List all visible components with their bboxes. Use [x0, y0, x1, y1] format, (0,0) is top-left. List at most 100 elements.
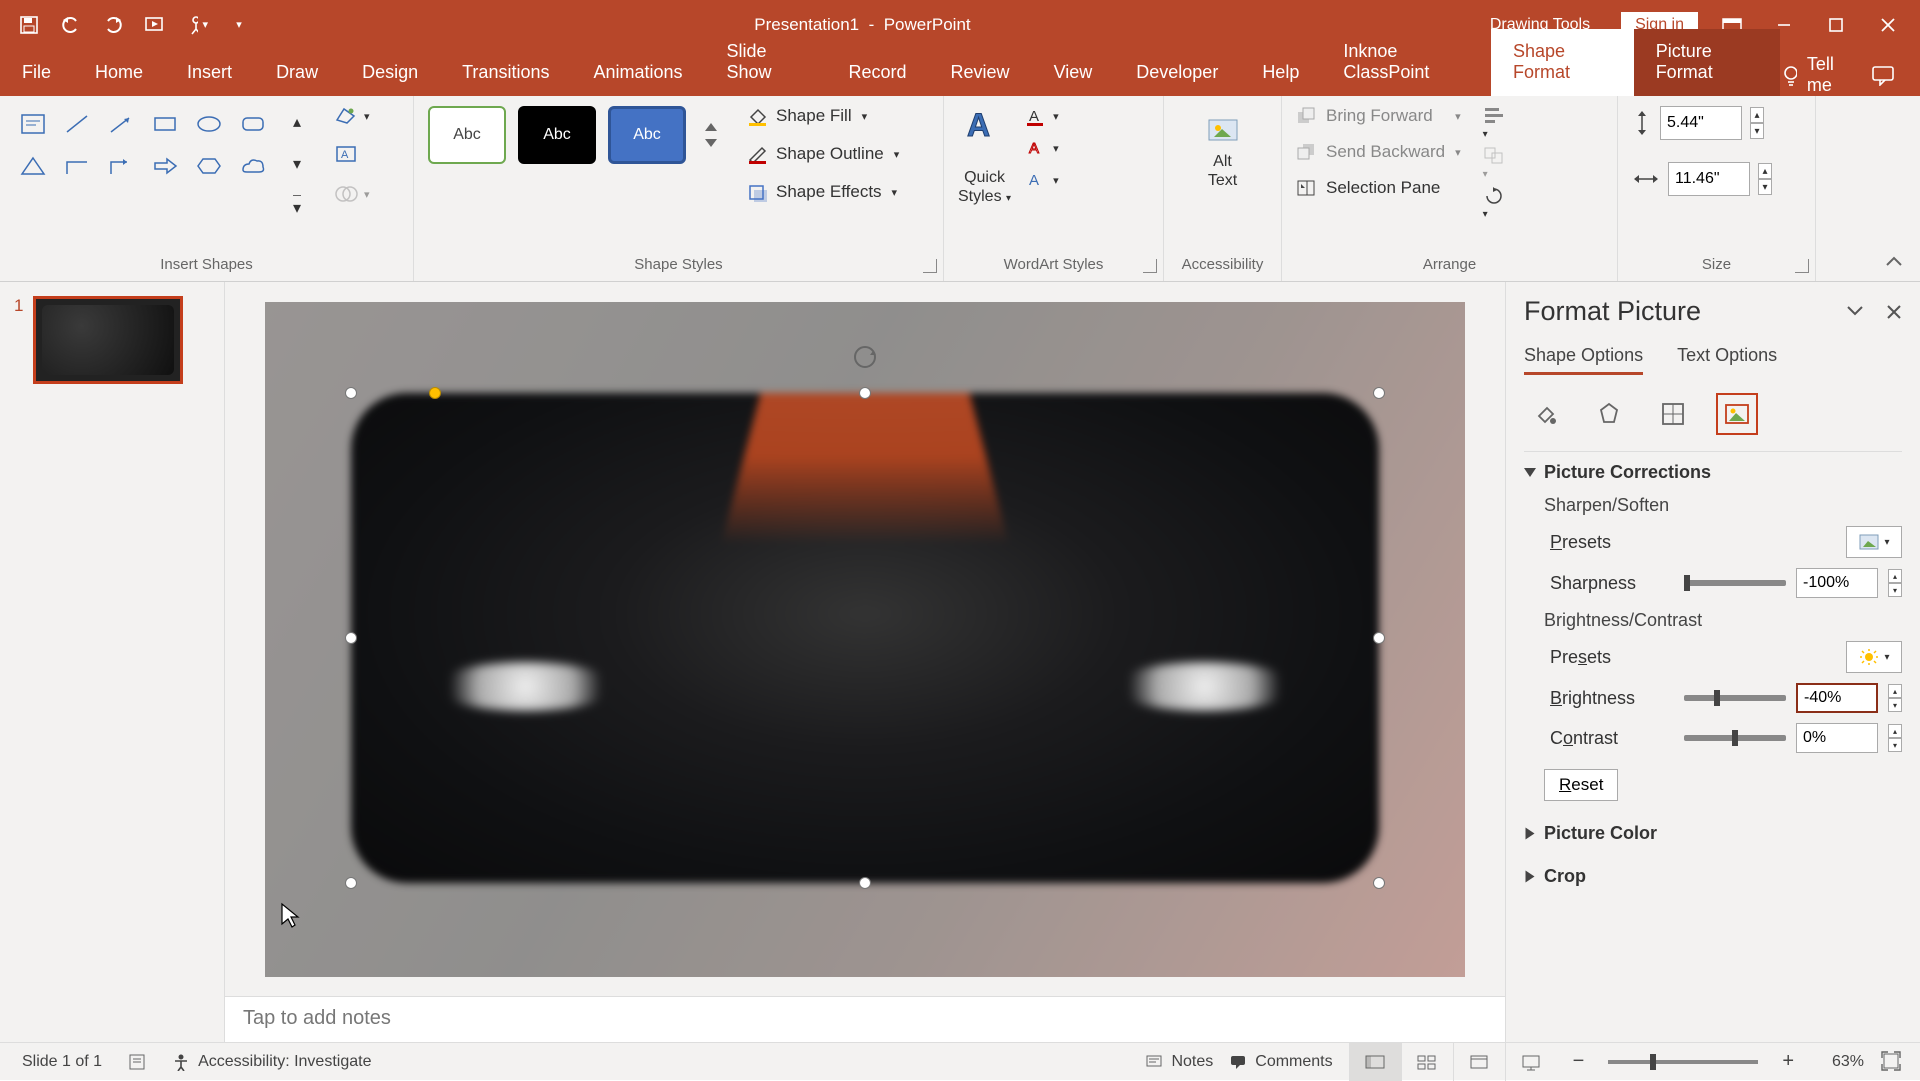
- contrast-input[interactable]: [1796, 723, 1878, 753]
- height-spin-down[interactable]: ▾: [1750, 123, 1764, 139]
- qat-redo-icon[interactable]: [102, 14, 124, 36]
- qat-save-icon[interactable]: [18, 14, 40, 36]
- width-spin-down[interactable]: ▾: [1758, 179, 1772, 195]
- text-outline-dropdown[interactable]: A▾: [1025, 138, 1059, 158]
- selection-pane-button[interactable]: Selection Pane: [1296, 178, 1461, 198]
- send-backward-button[interactable]: Send Backward▾: [1296, 142, 1461, 162]
- tab-developer[interactable]: Developer: [1114, 50, 1240, 96]
- shape-arrow-line-icon[interactable]: [102, 106, 140, 142]
- status-comments-button[interactable]: Comments: [1229, 1053, 1332, 1071]
- shapes-more-icon[interactable]: ▾: [278, 190, 316, 222]
- pane-tab-shape-options[interactable]: Shape Options: [1524, 345, 1643, 375]
- sharpness-spin-down[interactable]: ▾: [1888, 583, 1902, 597]
- status-slide-count[interactable]: Slide 1 of 1: [22, 1053, 102, 1071]
- wordart-quick-styles-button[interactable]: A: [961, 106, 1009, 154]
- sharpen-presets-dropdown[interactable]: ▾: [1846, 526, 1902, 558]
- qat-touch-mode-icon[interactable]: ▾: [186, 14, 208, 36]
- shape-cloud-icon[interactable]: [234, 148, 272, 184]
- text-fill-dropdown[interactable]: A▾: [1025, 106, 1059, 126]
- size-launcher[interactable]: [1795, 259, 1809, 273]
- selected-picture-shape[interactable]: [351, 393, 1379, 883]
- tab-home[interactable]: Home: [73, 50, 165, 96]
- resize-handle-s[interactable]: [859, 877, 871, 889]
- status-accessibility[interactable]: Accessibility: Investigate: [172, 1053, 371, 1071]
- resize-handle-n[interactable]: [859, 387, 871, 399]
- qat-slideshow-from-start-icon[interactable]: [144, 14, 166, 36]
- shape-outline-dropdown[interactable]: Shape Outline▾: [746, 144, 899, 164]
- resize-handle-sw[interactable]: [345, 877, 357, 889]
- shape-fill-dropdown[interactable]: Shape Fill▾: [746, 106, 899, 126]
- shape-rectangle-icon[interactable]: [146, 106, 184, 142]
- shape-hexagon-icon[interactable]: [190, 148, 228, 184]
- shape-oval-icon[interactable]: [190, 106, 228, 142]
- slide-thumbnail-panel[interactable]: 1: [0, 282, 225, 1042]
- shape-line-icon[interactable]: [58, 106, 96, 142]
- resize-handle-se[interactable]: [1373, 877, 1385, 889]
- tab-design[interactable]: Design: [340, 50, 440, 96]
- reset-button[interactable]: Reset: [1544, 769, 1618, 801]
- shape-styles-launcher[interactable]: [923, 259, 937, 273]
- contrast-slider[interactable]: [1684, 735, 1786, 741]
- slide-canvas[interactable]: [265, 302, 1465, 977]
- pane-cat-fill-icon[interactable]: [1524, 393, 1566, 435]
- tab-transitions[interactable]: Transitions: [440, 50, 571, 96]
- maximize-button[interactable]: [1818, 7, 1854, 43]
- section-crop[interactable]: Crop: [1524, 866, 1902, 887]
- tab-view[interactable]: View: [1032, 50, 1115, 96]
- status-notes-indicator[interactable]: [128, 1053, 146, 1071]
- tab-animations[interactable]: Animations: [571, 50, 704, 96]
- tab-file[interactable]: File: [0, 50, 73, 96]
- section-picture-color[interactable]: Picture Color: [1524, 823, 1902, 844]
- resize-handle-e[interactable]: [1373, 632, 1385, 644]
- draw-textbox-button[interactable]: A: [334, 144, 370, 166]
- tab-picture-format[interactable]: Picture Format: [1634, 29, 1780, 96]
- zoom-in-button[interactable]: +: [1782, 1050, 1794, 1073]
- shape-effects-dropdown[interactable]: Shape Effects▾: [746, 182, 899, 202]
- shape-height-input[interactable]: [1660, 106, 1742, 140]
- shape-textbox-icon[interactable]: [14, 106, 52, 142]
- zoom-slider[interactable]: [1608, 1060, 1758, 1064]
- status-notes-button[interactable]: Notes: [1145, 1053, 1213, 1071]
- brightness-spin-up[interactable]: ▴: [1888, 684, 1902, 698]
- qat-customize-dropdown-icon[interactable]: ▾: [228, 14, 250, 36]
- shape-style-preset-1[interactable]: Abc: [428, 106, 506, 164]
- shapes-scroll-down-icon[interactable]: ▾: [278, 148, 316, 180]
- zoom-percent[interactable]: 63%: [1810, 1053, 1864, 1071]
- contrast-spin-down[interactable]: ▾: [1888, 738, 1902, 752]
- width-spin-up[interactable]: ▴: [1758, 163, 1772, 179]
- wordart-styles-launcher[interactable]: [1143, 259, 1157, 273]
- pane-cat-size-icon[interactable]: [1652, 393, 1694, 435]
- bring-forward-button[interactable]: Bring Forward▾: [1296, 106, 1461, 126]
- brightness-presets-dropdown[interactable]: ▾: [1846, 641, 1902, 673]
- brightness-input[interactable]: [1796, 683, 1878, 713]
- tab-shape-format[interactable]: Shape Format: [1491, 29, 1634, 96]
- shape-triangle-icon[interactable]: [14, 148, 52, 184]
- tell-me-search[interactable]: Tell me: [1780, 54, 1851, 96]
- tab-review[interactable]: Review: [929, 50, 1032, 96]
- collapse-ribbon-button[interactable]: [1884, 255, 1904, 269]
- tab-draw[interactable]: Draw: [254, 50, 340, 96]
- pane-cat-effects-icon[interactable]: [1588, 393, 1630, 435]
- pane-cat-picture-icon[interactable]: [1716, 393, 1758, 435]
- sharpness-input[interactable]: [1796, 568, 1878, 598]
- tab-help[interactable]: Help: [1240, 50, 1321, 96]
- sharpness-slider[interactable]: [1684, 580, 1786, 586]
- rotate-dropdown[interactable]: ▾: [1483, 186, 1515, 210]
- shape-style-preset-2[interactable]: Abc: [518, 106, 596, 164]
- close-button[interactable]: [1870, 7, 1906, 43]
- shape-connector-arrow-icon[interactable]: [102, 148, 140, 184]
- shape-styles-more-button[interactable]: [698, 106, 724, 164]
- tab-record[interactable]: Record: [827, 50, 929, 96]
- shape-arrow-right-icon[interactable]: [146, 148, 184, 184]
- comments-toggle-icon[interactable]: [1871, 64, 1895, 86]
- zoom-out-button[interactable]: −: [1573, 1050, 1585, 1073]
- shapes-scroll-up-icon[interactable]: ▴: [278, 106, 316, 138]
- slide-thumbnail-1[interactable]: [33, 296, 183, 384]
- sharpness-spin-up[interactable]: ▴: [1888, 569, 1902, 583]
- resize-handle-w[interactable]: [345, 632, 357, 644]
- tab-insert[interactable]: Insert: [165, 50, 254, 96]
- brightness-slider[interactable]: [1684, 695, 1786, 701]
- edit-shape-dropdown[interactable]: ▾: [334, 106, 370, 126]
- tab-slideshow[interactable]: Slide Show: [705, 29, 827, 96]
- align-dropdown[interactable]: ▾: [1483, 106, 1515, 130]
